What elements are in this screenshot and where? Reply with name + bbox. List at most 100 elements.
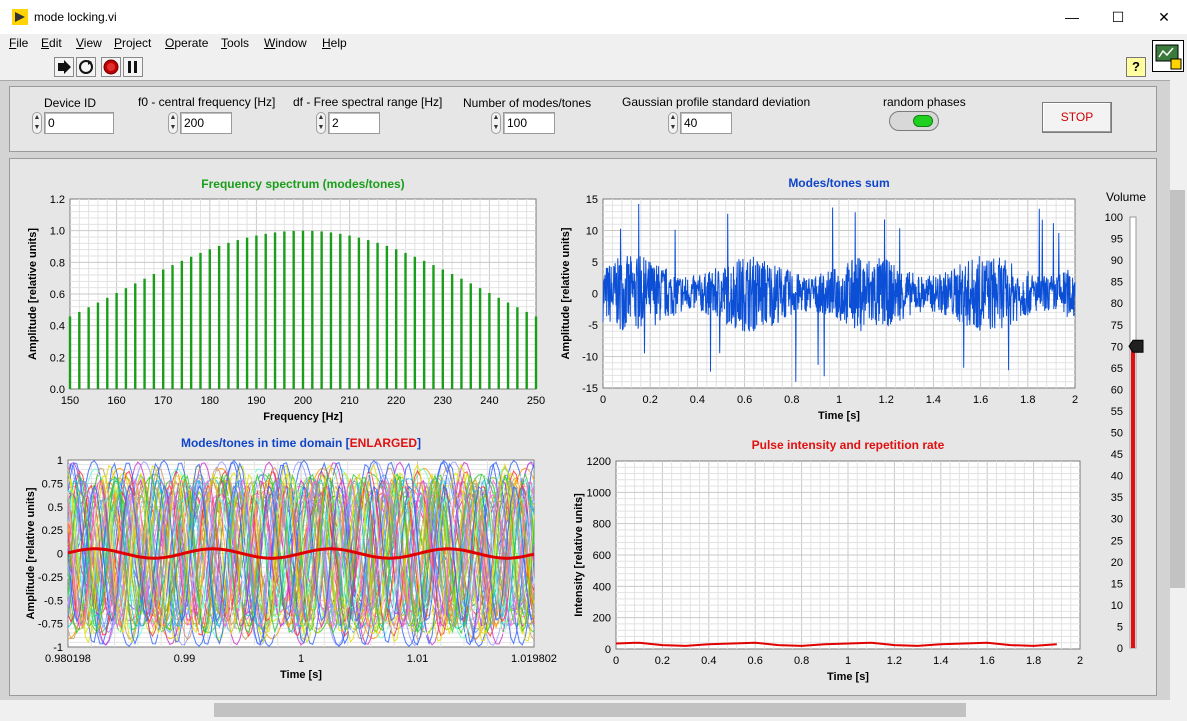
volume-tick-label: 100 xyxy=(1105,212,1123,224)
x-tick-label: 1.4 xyxy=(933,655,948,667)
spectrum-bar xyxy=(115,292,118,389)
spectrum-bar xyxy=(488,292,491,389)
device-id-spinner[interactable]: ▲ ▼ xyxy=(32,112,42,134)
pause-button[interactable] xyxy=(123,57,143,77)
spectrum-chart: 150 160 170 180 190 200 210 220 230 240 250 0.0 0.2 0… xyxy=(27,194,545,423)
y-tick-label: -5 xyxy=(588,320,598,332)
f0-control: ▲ ▼ 200 xyxy=(168,112,234,134)
spectrum-bar xyxy=(357,237,361,389)
volume-tick-label: 5 xyxy=(1117,621,1123,633)
x-axis-title: Time [s] xyxy=(818,410,860,422)
y-tick-label: 0.75 xyxy=(42,478,63,490)
volume-slider[interactable]: 1009590858075706560555045403530252015105… xyxy=(1096,208,1156,660)
spectrum-bar xyxy=(525,311,528,389)
intensity-chart: 0 0.2 0.4 0.6 0.8 1 1.2 1.4 1.6 1.8 2 0 200 400 600 800… xyxy=(573,456,1083,683)
spectrum-bar xyxy=(320,231,323,389)
menu-window[interactable]: Window xyxy=(264,36,307,50)
df-label: df - Free spectral range [Hz] xyxy=(293,95,443,109)
spectrum-bar xyxy=(339,233,342,389)
x-tick-label: 1.6 xyxy=(973,394,988,406)
time-domain-chart: 0.980198 0.99 1 1.01 1.019802 -1 -0.75 -0.5 -0.2… xyxy=(25,455,557,681)
run-continuously-icon xyxy=(79,60,93,74)
x-tick-label: 150 xyxy=(61,395,79,407)
random-phases-toggle[interactable] xyxy=(889,111,939,131)
gauss-control: ▲ ▼ 40 xyxy=(668,112,734,134)
x-tick-label: 0.6 xyxy=(737,394,752,406)
x-tick-label: 1.8 xyxy=(1020,394,1035,406)
x-tick-label: 250 xyxy=(527,395,545,407)
spinner-down-icon: ▼ xyxy=(492,124,500,131)
modes-control: ▲ ▼ 100 xyxy=(491,112,557,134)
f0-input[interactable]: 200 xyxy=(180,112,232,134)
volume-tick-label: 40 xyxy=(1111,471,1123,483)
spectrum-bar xyxy=(106,297,109,389)
spectrum-bar xyxy=(208,249,211,389)
maximize-button[interactable]: ☐ xyxy=(1095,0,1141,34)
x-tick-label: 0.99 xyxy=(174,653,195,665)
x-tick-label: 1.2 xyxy=(887,655,902,667)
volume-tick-label: 15 xyxy=(1111,578,1123,590)
y-tick-label: 0.2 xyxy=(50,352,65,364)
spectrum-bar xyxy=(255,235,258,389)
menu-operate[interactable]: Operate xyxy=(165,36,208,50)
y-tick-label: 1200 xyxy=(587,456,611,468)
modes-input[interactable]: 100 xyxy=(503,112,555,134)
menu-project[interactable]: Project xyxy=(114,36,151,50)
x-tick-label: 0.2 xyxy=(643,394,658,406)
x-axis-title: Time [s] xyxy=(280,669,322,681)
spinner-up-icon: ▲ xyxy=(169,114,177,121)
y-tick-label: -0.25 xyxy=(38,572,63,584)
x-tick-label: 200 xyxy=(294,395,312,407)
vertical-scroll-thumb[interactable] xyxy=(1170,190,1185,588)
df-input[interactable]: 2 xyxy=(328,112,380,134)
spectrum-bar xyxy=(413,256,417,389)
device-id-input[interactable]: 0 xyxy=(44,112,114,134)
spectrum-bar xyxy=(516,307,519,389)
title-bar: mode locking.vi — ☐ ✕ xyxy=(0,0,1187,34)
spectrum-bar xyxy=(96,302,100,389)
menu-file[interactable]: File xyxy=(9,36,28,50)
spectrum-bar xyxy=(478,288,482,389)
spectrum-bar xyxy=(273,232,277,389)
y-tick-label: -0.75 xyxy=(38,619,63,631)
volume-tick-label: 85 xyxy=(1111,277,1123,289)
pause-icon xyxy=(128,61,137,73)
horizontal-scroll-thumb[interactable] xyxy=(214,703,966,717)
y-tick-label: 0.8 xyxy=(50,257,65,269)
y-tick-label: -0.5 xyxy=(44,595,63,607)
spectrum-bar xyxy=(171,265,174,389)
x-tick-label: 1.019802 xyxy=(511,653,557,665)
spectrum-chart-title: Frequency spectrum (modes/tones) xyxy=(201,177,405,191)
minimize-button[interactable]: — xyxy=(1049,0,1095,34)
gauss-spinner[interactable]: ▲ ▼ xyxy=(668,112,678,134)
f0-spinner[interactable]: ▲ ▼ xyxy=(168,112,178,134)
df-spinner[interactable]: ▲ ▼ xyxy=(316,112,326,134)
y-tick-label: 1000 xyxy=(587,487,611,499)
menu-edit[interactable]: Edit xyxy=(41,36,62,50)
menu-help[interactable]: Help xyxy=(322,36,347,50)
spectrum-bar xyxy=(68,316,72,389)
menu-tools[interactable]: Tools xyxy=(221,36,249,50)
context-help-button[interactable]: ? xyxy=(1126,57,1146,77)
abort-button[interactable] xyxy=(101,57,121,77)
modes-spinner[interactable]: ▲ ▼ xyxy=(491,112,501,134)
run-arrow-icon xyxy=(58,60,71,74)
spectrum-bar xyxy=(497,297,500,389)
stop-button[interactable]: STOP xyxy=(1042,102,1112,133)
spectrum-bar xyxy=(162,269,165,389)
gauss-input[interactable]: 40 xyxy=(680,112,732,134)
volume-tick-label: 60 xyxy=(1111,384,1123,396)
x-tick-label: 180 xyxy=(201,395,219,407)
x-tick-label: 210 xyxy=(340,395,358,407)
volume-tick-label: 35 xyxy=(1111,492,1123,504)
run-button[interactable] xyxy=(54,57,74,77)
spectrum-bar xyxy=(217,245,221,389)
y-tick-label: 10 xyxy=(586,226,598,238)
y-tick-label: 0.5 xyxy=(48,502,63,514)
spinner-down-icon: ▼ xyxy=(669,124,677,131)
labview-vi-icon xyxy=(12,9,28,25)
run-continuously-button[interactable] xyxy=(76,57,96,77)
spinner-up-icon: ▲ xyxy=(33,114,41,121)
menu-view[interactable]: View xyxy=(76,36,102,50)
close-button[interactable]: ✕ xyxy=(1141,0,1187,34)
